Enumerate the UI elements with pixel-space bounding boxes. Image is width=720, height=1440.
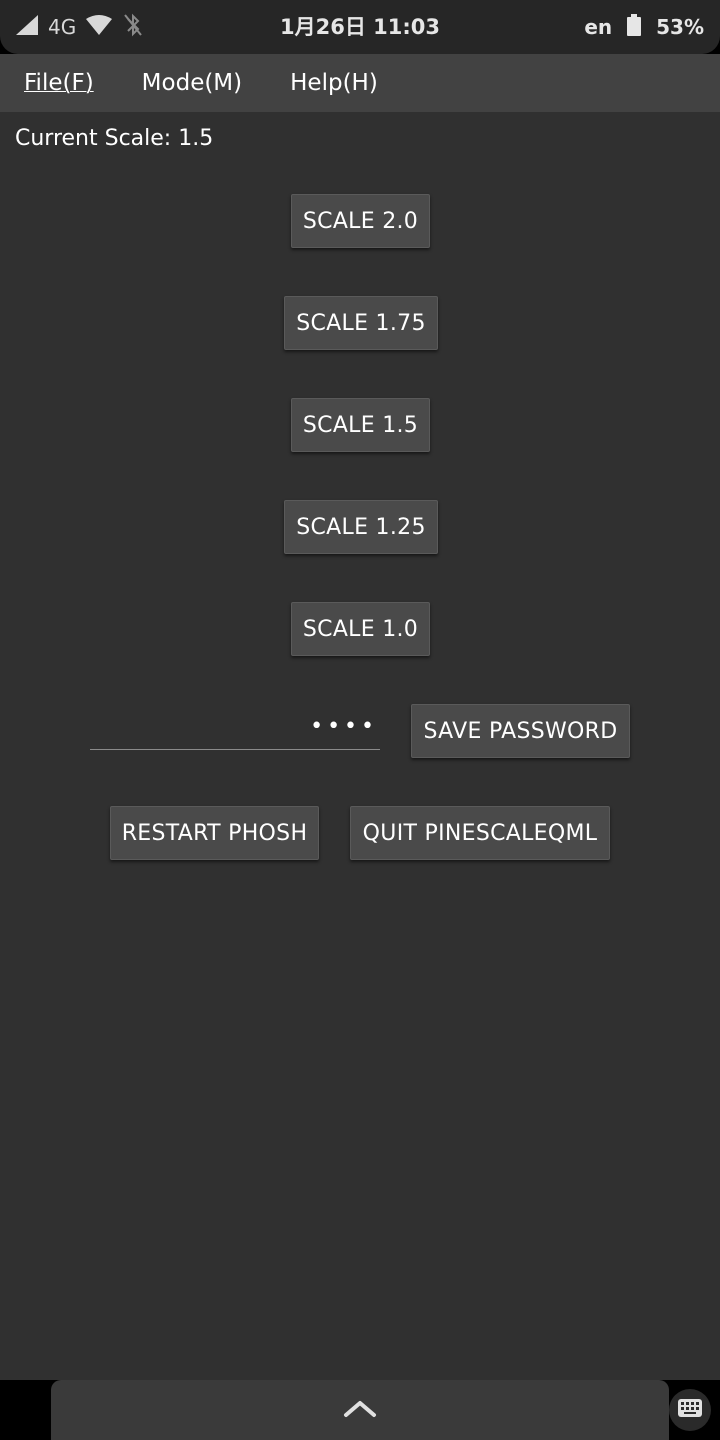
battery-percent: 53% — [656, 15, 704, 39]
password-input[interactable]: •••• — [90, 704, 380, 750]
scale-1-5-button[interactable]: SCALE 1.5 — [291, 398, 430, 452]
scale-1-25-button[interactable]: SCALE 1.25 — [284, 500, 438, 554]
keyboard-icon — [678, 1399, 702, 1421]
restart-phosh-button[interactable]: RESTART PHOSH — [110, 806, 319, 860]
navigation-bar — [0, 1380, 720, 1440]
quit-button[interactable]: QUIT PINESCALEQML — [350, 806, 610, 860]
menu-file[interactable]: File(F) — [24, 70, 94, 96]
menu-mode[interactable]: Mode(M) — [142, 70, 242, 96]
scale-1-75-button[interactable]: SCALE 1.75 — [284, 296, 438, 350]
language-indicator: en — [584, 15, 613, 39]
status-bar: 4G 1月26日 11:03 en 53% — [0, 0, 720, 54]
scale-1-0-button[interactable]: SCALE 1.0 — [291, 602, 430, 656]
battery-icon — [626, 13, 642, 41]
save-password-button[interactable]: SAVE PASSWORD — [411, 704, 630, 758]
menu-help[interactable]: Help(H) — [290, 70, 378, 96]
status-right: en 53% — [584, 12, 704, 42]
app-drawer-handle[interactable] — [51, 1380, 669, 1440]
keyboard-toggle-button[interactable] — [669, 1389, 711, 1431]
current-scale-label: Current Scale: 1.5 — [15, 126, 214, 151]
chevron-up-icon — [343, 1398, 377, 1422]
menu-bar: File(F) Mode(M) Help(H) — [0, 54, 720, 112]
scale-2-0-button[interactable]: SCALE 2.0 — [291, 194, 430, 248]
